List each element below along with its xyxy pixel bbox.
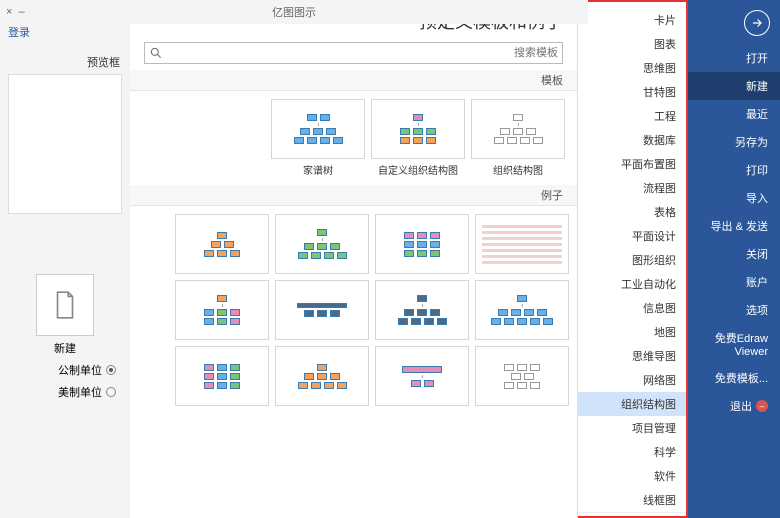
tpl-family-tree[interactable]: 家谱树 [271, 99, 365, 177]
example-1[interactable] [475, 214, 569, 274]
cat-map[interactable]: 地图 [578, 320, 686, 344]
radio-icon [106, 387, 116, 397]
nav-export[interactable]: 导出 & 发送 [688, 212, 780, 240]
cat-science[interactable]: 科学 [578, 440, 686, 464]
nav-print[interactable]: 打印 [688, 156, 780, 184]
example-10[interactable] [375, 346, 469, 406]
example-8[interactable] [175, 280, 269, 340]
window-title: 亿图图示 [272, 4, 316, 20]
unit-metric-row[interactable]: 公制单位 [14, 362, 116, 378]
cat-recent[interactable]: 最近使用模板 [578, 512, 686, 518]
nav-new[interactable]: 新建 [688, 72, 780, 100]
example-9[interactable] [475, 346, 569, 406]
nav-close[interactable]: 关闭 [688, 240, 780, 268]
app-nav-sidebar: 打开 新建 最近 另存为 打印 导入 导出 & 发送 关闭 账户 选项 免费Ed… [688, 0, 780, 518]
window-controls[interactable]: × – [6, 6, 25, 18]
document-icon [52, 290, 78, 320]
search-box[interactable] [144, 42, 563, 64]
cat-industrial[interactable]: 工业自动化 [578, 272, 686, 296]
examples-scroll[interactable] [130, 206, 577, 518]
cat-network[interactable]: 网络图 [578, 368, 686, 392]
section-examples: 例子 [130, 185, 577, 206]
nav-save-as[interactable]: 另存为 [688, 128, 780, 156]
cat-orgchart[interactable]: 组织结构图 [578, 392, 686, 416]
nav-free-templates[interactable]: 免费模板... [688, 364, 780, 392]
cat-card[interactable]: 卡片 [578, 8, 686, 32]
cat-wireframe[interactable]: 线框图 [578, 488, 686, 512]
cat-mindmap2[interactable]: 思维导图 [578, 344, 686, 368]
tpl-custom-org[interactable]: 自定义组织结构图 [371, 99, 465, 177]
example-6[interactable] [375, 280, 469, 340]
example-5[interactable] [475, 280, 569, 340]
example-11[interactable] [275, 346, 369, 406]
nav-viewer[interactable]: 免费Edraw Viewer [688, 324, 780, 364]
title-bar: × – 亿图图示 [0, 0, 588, 24]
cat-info[interactable]: 信息图 [578, 296, 686, 320]
tpl-orgchart[interactable]: 组织结构图 [471, 99, 565, 177]
example-3[interactable] [275, 214, 369, 274]
exit-icon: – [756, 400, 768, 412]
cat-mindmap1[interactable]: 思维图 [578, 56, 686, 80]
preview-label: 预览框 [10, 54, 120, 70]
category-list: 卡片 图表 思维图 甘特图 工程 数据库 平面布置图 流程图 表格 平面设计 图… [578, 0, 688, 518]
nav-import[interactable]: 导入 [688, 184, 780, 212]
cat-table[interactable]: 表格 [578, 200, 686, 224]
cat-gantt[interactable]: 甘特图 [578, 80, 686, 104]
create-button[interactable] [36, 274, 94, 336]
create-label: 新建 [6, 340, 124, 356]
nav-open[interactable]: 打开 [688, 44, 780, 72]
example-2[interactable] [375, 214, 469, 274]
cat-project[interactable]: 项目管理 [578, 416, 686, 440]
unit-imperial-row[interactable]: 美制单位 [14, 384, 116, 400]
search-icon [149, 46, 163, 60]
example-7[interactable] [275, 280, 369, 340]
cat-chart[interactable]: 图表 [578, 32, 686, 56]
cat-floor[interactable]: 平面布置图 [578, 152, 686, 176]
cat-eng[interactable]: 工程 [578, 104, 686, 128]
section-blank: 模板 [130, 70, 577, 91]
cat-software[interactable]: 软件 [578, 464, 686, 488]
example-12[interactable] [175, 346, 269, 406]
cat-db[interactable]: 数据库 [578, 128, 686, 152]
nav-options[interactable]: 选项 [688, 296, 780, 324]
nav-recent[interactable]: 最近 [688, 100, 780, 128]
radio-icon [106, 365, 116, 375]
search-input[interactable] [163, 44, 558, 62]
back-button[interactable] [744, 10, 770, 36]
example-4[interactable] [175, 214, 269, 274]
cat-flow[interactable]: 流程图 [578, 176, 686, 200]
preview-box [8, 74, 122, 214]
cat-graphic[interactable]: 平面设计 [578, 224, 686, 248]
cat-graphorg[interactable]: 图形组织 [578, 248, 686, 272]
login-link[interactable]: 登录 [8, 24, 124, 40]
nav-account[interactable]: 账户 [688, 268, 780, 296]
main-panel: 预定义模板和例子 模板 组织结构图 自定义组织结构图 家谱树 例子 [130, 0, 578, 518]
nav-exit[interactable]: 退出– [688, 392, 780, 420]
left-pane: × – 亿图图示 登录 预览框 新建 公制单位 美制单位 [0, 0, 130, 518]
